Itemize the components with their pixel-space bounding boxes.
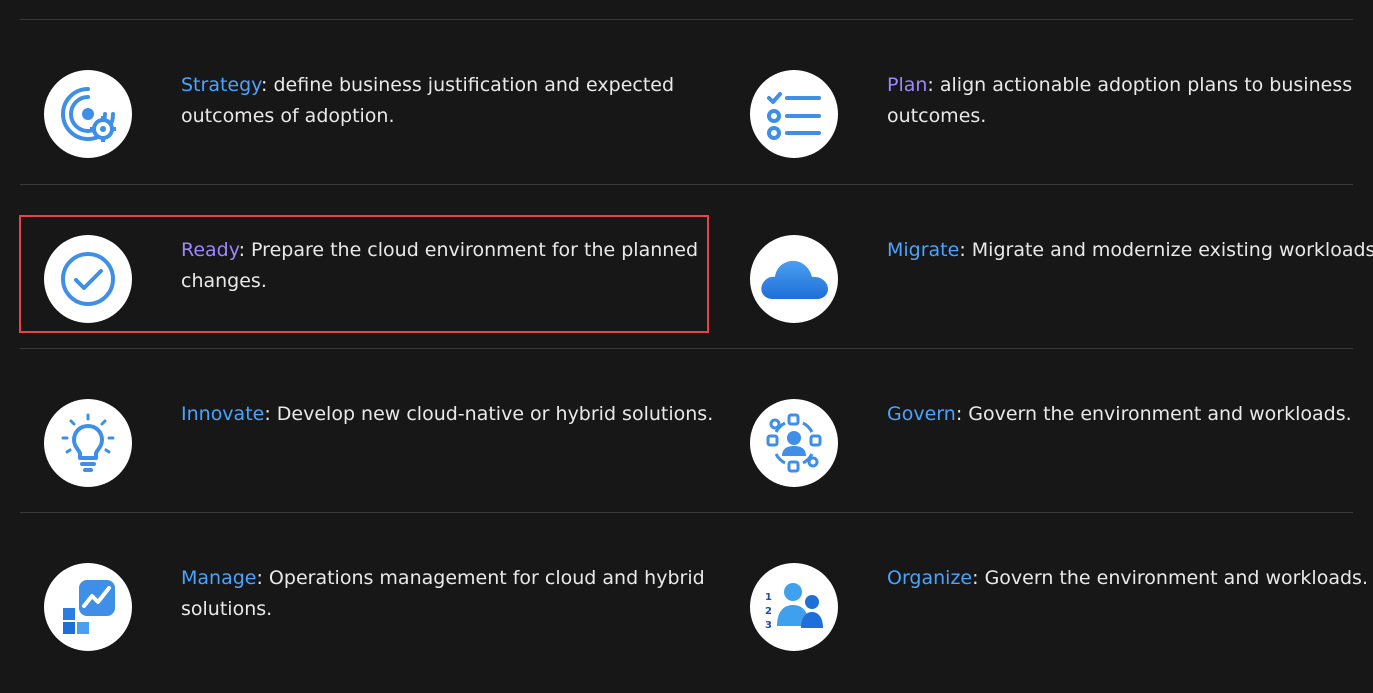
item-plan-text: Plan: align actionable adoption plans to… (887, 70, 1373, 132)
item-govern-text: Govern: Govern the environment and workl… (887, 399, 1373, 430)
svg-text:1: 1 (765, 592, 772, 603)
manage-link[interactable]: Manage (181, 567, 256, 589)
organize-description: : Govern the environment and workloads. (972, 567, 1368, 589)
divider (20, 19, 1353, 20)
innovate-link[interactable]: Innovate (181, 403, 264, 425)
govern-person-network-icon (750, 399, 838, 487)
item-innovate: Innovate: Develop new cloud-native or hy… (44, 399, 713, 499)
manage-dashboard-chart-icon (44, 563, 132, 651)
plan-checklist-icon (750, 70, 838, 158)
govern-link[interactable]: Govern (887, 403, 956, 425)
plan-description: : align actionable adoption plans to bus… (887, 74, 1353, 127)
item-plan: Plan: align actionable adoption plans to… (750, 70, 1352, 170)
item-ready: Ready: Prepare the cloud environment for… (44, 235, 698, 335)
govern-description: : Govern the environment and workloads. (955, 403, 1352, 425)
divider (20, 512, 1353, 513)
item-ready-text: Ready: Prepare the cloud environment for… (181, 235, 721, 297)
strategy-link[interactable]: Strategy (181, 74, 261, 96)
svg-text:2: 2 (765, 606, 772, 617)
strategy-target-gear-icon (44, 70, 132, 158)
item-strategy: Strategy: define business justification … (44, 70, 674, 170)
organize-people-ranking-icon: 1 2 3 (750, 563, 838, 651)
item-strategy-text: Strategy: define business justification … (181, 70, 721, 132)
innovate-lightbulb-icon (44, 399, 132, 487)
svg-text:3: 3 (765, 620, 772, 631)
innovate-description: : Develop new cloud-native or hybrid sol… (264, 403, 714, 425)
item-innovate-text: Innovate: Develop new cloud-native or hy… (181, 399, 721, 430)
migrate-link[interactable]: Migrate (887, 239, 959, 261)
divider (20, 348, 1353, 349)
plan-link[interactable]: Plan (887, 74, 927, 96)
item-organize-text: Organize: Govern the environment and wor… (887, 563, 1373, 594)
divider (20, 184, 1353, 185)
item-govern: Govern: Govern the environment and workl… (750, 399, 1352, 499)
item-migrate: Migrate: Migrate and modernize existing … (750, 235, 1373, 335)
item-migrate-text: Migrate: Migrate and modernize existing … (887, 235, 1373, 266)
manage-description: : Operations management for cloud and hy… (181, 567, 705, 620)
migrate-description: : Migrate and modernize existing workloa… (959, 239, 1373, 261)
organize-link[interactable]: Organize (887, 567, 972, 589)
ready-link[interactable]: Ready (181, 239, 239, 261)
migrate-cloud-icon (750, 235, 838, 323)
item-manage-text: Manage: Operations management for cloud … (181, 563, 721, 625)
ready-description: : Prepare the cloud environment for the … (181, 239, 699, 292)
item-organize: 1 2 3 Organize: Govern the environment a… (750, 563, 1368, 663)
ready-checkmark-icon (44, 235, 132, 323)
item-manage: Manage: Operations management for cloud … (44, 563, 705, 663)
